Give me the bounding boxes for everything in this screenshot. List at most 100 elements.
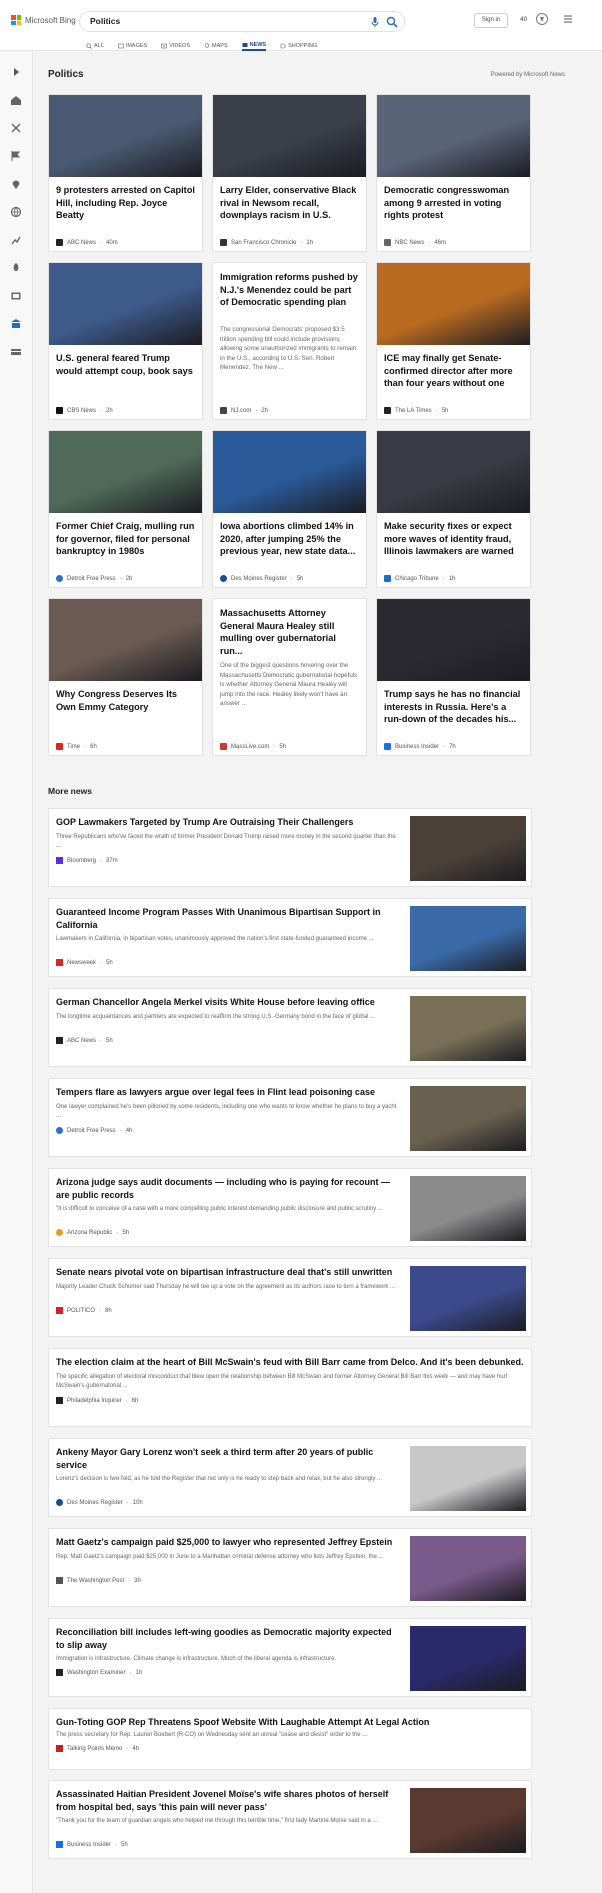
source-logo-icon bbox=[220, 743, 227, 750]
news-list-item[interactable]: Assassinated Haitian President Jovenel M… bbox=[48, 1780, 532, 1859]
news-list-item[interactable]: German Chancellor Angela Merkel visits W… bbox=[48, 988, 532, 1067]
item-thumbnail[interactable] bbox=[410, 996, 526, 1061]
tab-maps[interactable]: MAPS bbox=[204, 41, 228, 51]
card-image[interactable] bbox=[49, 263, 202, 345]
news-list-item[interactable]: Arizona judge says audit documents — inc… bbox=[48, 1168, 532, 1247]
home-icon[interactable] bbox=[10, 94, 22, 106]
item-thumbnail[interactable] bbox=[410, 816, 526, 881]
news-card[interactable]: ICE may finally get Senate-confirmed dir… bbox=[376, 262, 531, 420]
tab-images[interactable]: IMAGES bbox=[117, 41, 147, 51]
card-title[interactable]: Trump says he has no financial interests… bbox=[384, 688, 524, 726]
rocket-icon[interactable] bbox=[10, 262, 22, 274]
item-title[interactable]: Gun-Toting GOP Rep Threatens Spoof Websi… bbox=[56, 1716, 526, 1729]
card-icon[interactable] bbox=[10, 346, 22, 358]
card-title[interactable]: Democratic congresswoman among 9 arreste… bbox=[384, 184, 524, 222]
item-thumbnail[interactable] bbox=[410, 1788, 526, 1853]
news-card[interactable]: Iowa abortions climbed 14% in 2020, afte… bbox=[212, 430, 367, 588]
hamburger-menu-icon[interactable] bbox=[563, 14, 573, 24]
item-thumbnail[interactable] bbox=[410, 1446, 526, 1511]
rewards-points[interactable]: 40 bbox=[520, 16, 527, 23]
powered-by[interactable]: Powered by Microsoft News bbox=[491, 72, 565, 78]
item-thumbnail[interactable] bbox=[410, 1266, 526, 1331]
news-card[interactable]: Trump says he has no financial interests… bbox=[376, 598, 531, 756]
item-title[interactable]: Assassinated Haitian President Jovenel M… bbox=[56, 1788, 401, 1813]
politics-icon[interactable] bbox=[10, 318, 22, 330]
tab-shopping[interactable]: SHOPPING bbox=[280, 41, 317, 51]
chevron-right-icon[interactable] bbox=[10, 66, 22, 78]
news-card[interactable]: U.S. general feared Trump would attempt … bbox=[48, 262, 203, 420]
item-title[interactable]: The election claim at the heart of Bill … bbox=[56, 1356, 526, 1369]
news-list-item[interactable]: Senate nears pivotal vote on bipartisan … bbox=[48, 1258, 532, 1337]
card-image[interactable] bbox=[49, 431, 202, 513]
card-title[interactable]: Why Congress Deserves Its Own Emmy Categ… bbox=[56, 688, 196, 713]
news-list-item[interactable]: Ankeny Mayor Gary Lorenz won't seek a th… bbox=[48, 1438, 532, 1517]
card-title[interactable]: Make security fixes or expect more waves… bbox=[384, 520, 524, 558]
location-icon[interactable] bbox=[10, 178, 22, 190]
item-title[interactable]: Senate nears pivotal vote on bipartisan … bbox=[56, 1266, 401, 1279]
news-list-item[interactable]: Matt Gaetz's campaign paid $25,000 to la… bbox=[48, 1528, 532, 1607]
card-title[interactable]: Iowa abortions climbed 14% in 2020, afte… bbox=[220, 520, 360, 558]
item-title[interactable]: Ankeny Mayor Gary Lorenz won't seek a th… bbox=[56, 1446, 401, 1471]
item-thumbnail[interactable] bbox=[410, 1176, 526, 1241]
search-box[interactable]: Politics bbox=[79, 11, 405, 32]
card-title[interactable]: Massachusetts Attorney General Maura Hea… bbox=[220, 607, 360, 657]
news-card[interactable]: Former Chief Craig, mulling run for gove… bbox=[48, 430, 203, 588]
search-input[interactable]: Politics bbox=[90, 16, 120, 26]
item-title[interactable]: German Chancellor Angela Merkel visits W… bbox=[56, 996, 401, 1009]
globe-icon[interactable] bbox=[10, 206, 22, 218]
card-title[interactable]: ICE may finally get Senate-confirmed dir… bbox=[384, 352, 524, 390]
tab-news[interactable]: NEWS bbox=[241, 41, 267, 51]
item-thumbnail[interactable] bbox=[410, 1536, 526, 1601]
microphone-icon[interactable] bbox=[369, 16, 381, 28]
card-title[interactable]: Immigration reforms pushed by N.J.'s Men… bbox=[220, 271, 360, 309]
card-image[interactable] bbox=[377, 431, 530, 513]
card-image[interactable] bbox=[213, 95, 366, 177]
rewards-icon[interactable] bbox=[535, 12, 549, 26]
flag-icon[interactable] bbox=[10, 150, 22, 162]
item-title[interactable]: Reconciliation bill includes left-wing g… bbox=[56, 1626, 401, 1651]
card-source: Detroit Free Press · 2h bbox=[56, 575, 132, 582]
item-title[interactable]: GOP Lawmakers Targeted by Trump Are Outr… bbox=[56, 816, 401, 829]
card-image[interactable] bbox=[213, 431, 366, 513]
news-list-item[interactable]: Guaranteed Income Program Passes With Un… bbox=[48, 898, 532, 977]
card-image[interactable] bbox=[49, 95, 202, 177]
news-card[interactable]: Immigration reforms pushed by N.J.'s Men… bbox=[212, 262, 367, 420]
news-card[interactable]: Massachusetts Attorney General Maura Hea… bbox=[212, 598, 367, 756]
card-title[interactable]: U.S. general feared Trump would attempt … bbox=[56, 352, 196, 377]
item-source: Des Moines Register · 10h bbox=[56, 1499, 143, 1506]
item-thumbnail[interactable] bbox=[410, 906, 526, 971]
source-logo-icon bbox=[384, 743, 391, 750]
bing-logo[interactable]: Microsoft Bing bbox=[11, 15, 76, 25]
news-list-item[interactable]: Reconciliation bill includes left-wing g… bbox=[48, 1618, 532, 1697]
news-list-item[interactable]: Gun-Toting GOP Rep Threatens Spoof Websi… bbox=[48, 1708, 532, 1770]
item-thumbnail[interactable] bbox=[410, 1086, 526, 1151]
card-title[interactable]: 9 protesters arrested on Capitol Hill, i… bbox=[56, 184, 196, 222]
sign-in-button[interactable]: Sign in bbox=[474, 13, 508, 28]
tab-videos[interactable]: VIDEOS bbox=[161, 41, 190, 51]
news-card[interactable]: 9 protesters arrested on Capitol Hill, i… bbox=[48, 94, 203, 252]
card-image[interactable] bbox=[377, 95, 530, 177]
card-title[interactable]: Former Chief Craig, mulling run for gove… bbox=[56, 520, 196, 558]
tab-all[interactable]: ALL bbox=[86, 41, 104, 51]
card-image[interactable] bbox=[377, 599, 530, 681]
film-icon[interactable] bbox=[10, 290, 22, 302]
chart-icon[interactable] bbox=[10, 234, 22, 246]
item-title[interactable]: Tempers flare as lawyers argue over lega… bbox=[56, 1086, 401, 1099]
news-card[interactable]: Democratic congresswoman among 9 arreste… bbox=[376, 94, 531, 252]
card-image[interactable] bbox=[49, 599, 202, 681]
news-list-item[interactable]: GOP Lawmakers Targeted by Trump Are Outr… bbox=[48, 808, 532, 887]
item-title[interactable]: Guaranteed Income Program Passes With Un… bbox=[56, 906, 401, 931]
item-title[interactable]: Arizona judge says audit documents — inc… bbox=[56, 1176, 401, 1201]
news-list-item[interactable]: The election claim at the heart of Bill … bbox=[48, 1348, 532, 1427]
news-card[interactable]: Larry Elder, conservative Black rival in… bbox=[212, 94, 367, 252]
card-image[interactable] bbox=[377, 263, 530, 345]
item-thumbnail[interactable] bbox=[410, 1626, 526, 1691]
topics-icon[interactable] bbox=[10, 122, 22, 134]
card-title[interactable]: Larry Elder, conservative Black rival in… bbox=[220, 184, 360, 222]
news-card[interactable]: Make security fixes or expect more waves… bbox=[376, 430, 531, 588]
search-icon[interactable] bbox=[386, 16, 398, 28]
news-list-item[interactable]: Tempers flare as lawyers argue over lega… bbox=[48, 1078, 532, 1157]
news-card[interactable]: Why Congress Deserves Its Own Emmy Categ… bbox=[48, 598, 203, 756]
card-source: MassLive.com · 5h bbox=[220, 743, 286, 750]
item-title[interactable]: Matt Gaetz's campaign paid $25,000 to la… bbox=[56, 1536, 401, 1549]
